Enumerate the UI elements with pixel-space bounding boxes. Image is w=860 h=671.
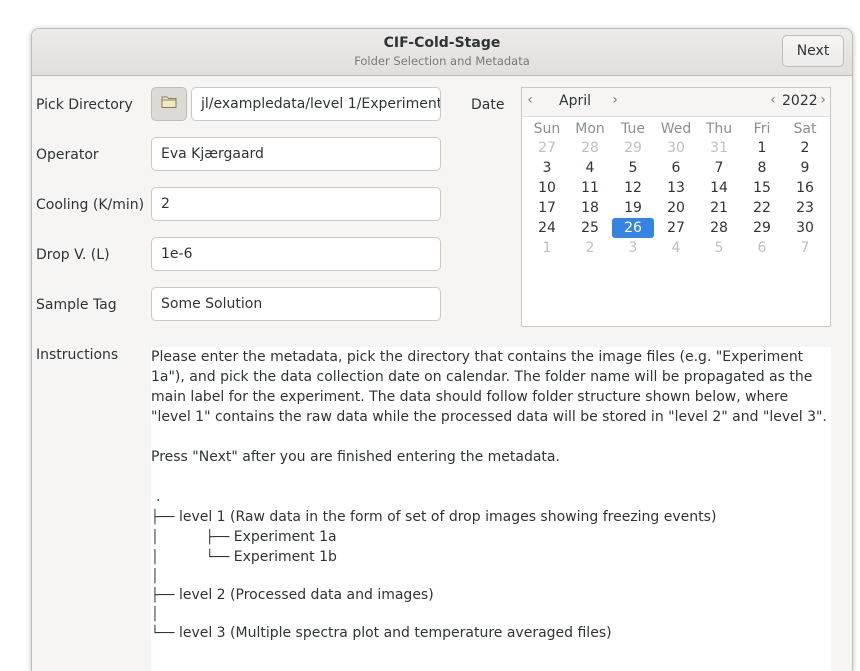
weekday-label: Sun bbox=[533, 121, 561, 137]
calendar-day[interactable]: 28 bbox=[570, 138, 610, 158]
tree-level3-label: level 3 (Multiple spectra plot and tempe… bbox=[178, 625, 612, 641]
directory-path-field[interactable]: jl/exampledata/level 1/Experiment 1 bbox=[191, 87, 441, 121]
sample-tag-label: Sample Tag bbox=[36, 297, 117, 313]
window-subtitle: Folder Selection and Metadata bbox=[354, 54, 530, 68]
calendar-day[interactable]: 8 bbox=[742, 158, 782, 178]
window-title: CIF-Cold-Stage bbox=[383, 35, 501, 51]
sample-tag-field[interactable]: Some Solution bbox=[151, 287, 441, 321]
calendar-year: 2022 bbox=[782, 93, 818, 109]
date-label: Date bbox=[471, 97, 505, 113]
calendar-day[interactable]: 3 bbox=[613, 238, 653, 258]
weekday-label: Sat bbox=[793, 121, 817, 137]
calendar-day[interactable]: 7 bbox=[699, 158, 739, 178]
tree-exp1a-label: Experiment 1a bbox=[233, 529, 337, 545]
calendar-day[interactable]: 29 bbox=[613, 138, 653, 158]
drop-volume-field[interactable]: 1e-6 bbox=[151, 237, 441, 271]
calendar-day[interactable]: 13 bbox=[656, 178, 696, 198]
calendar-day[interactable]: 3 bbox=[527, 158, 567, 178]
calendar-day[interactable]: 2 bbox=[570, 238, 610, 258]
folder-icon bbox=[161, 95, 177, 113]
calendar-day[interactable]: 12 bbox=[613, 178, 653, 198]
calendar-day[interactable]: 25 bbox=[570, 218, 610, 238]
calendar-day[interactable]: 6 bbox=[742, 238, 782, 258]
tree-item-exp1a: │ ├── Experiment 1a bbox=[151, 529, 337, 545]
calendar-header: ‹ April › ‹ 2022 › bbox=[522, 88, 830, 117]
calendar-day[interactable]: 28 bbox=[699, 218, 739, 238]
tree-item-level2: ├── level 2 (Processed data and images) bbox=[151, 587, 434, 603]
calendar-day[interactable]: 21 bbox=[699, 198, 739, 218]
calendar-day[interactable]: 30 bbox=[785, 218, 825, 238]
calendar-day[interactable]: 14 bbox=[699, 178, 739, 198]
calendar-day[interactable]: 17 bbox=[527, 198, 567, 218]
next-button[interactable]: Next bbox=[782, 35, 844, 67]
calendar-day[interactable]: 27 bbox=[656, 218, 696, 238]
instructions-label: Instructions bbox=[36, 347, 119, 363]
calendar-day[interactable]: 5 bbox=[613, 158, 653, 178]
pick-directory-label: Pick Directory bbox=[36, 97, 133, 113]
tree-connector: │ bbox=[151, 607, 159, 622]
operator-field[interactable]: Eva Kjærgaard bbox=[151, 137, 441, 171]
header-bar: CIF-Cold-Stage Folder Selection and Meta… bbox=[32, 29, 852, 76]
next-month-icon[interactable]: › bbox=[609, 92, 621, 108]
calendar-day[interactable]: 15 bbox=[742, 178, 782, 198]
calendar-day[interactable]: 4 bbox=[570, 158, 610, 178]
instructions-next-hint: Press "Next" after you are finished ente… bbox=[151, 449, 560, 465]
prev-month-icon[interactable]: ‹ bbox=[524, 92, 536, 108]
calendar-day[interactable]: 27 bbox=[527, 138, 567, 158]
calendar-day-selected[interactable]: 26 bbox=[612, 218, 654, 238]
calendar-day[interactable]: 6 bbox=[656, 158, 696, 178]
calendar-day[interactable]: 10 bbox=[527, 178, 567, 198]
calendar-day[interactable]: 4 bbox=[656, 238, 696, 258]
tree-exp1b-label: Experiment 1b bbox=[233, 549, 337, 565]
drop-volume-label: Drop V. (L) bbox=[36, 247, 110, 263]
calendar-day[interactable]: 5 bbox=[699, 238, 739, 258]
calendar-day[interactable]: 1 bbox=[527, 238, 567, 258]
tree-item-level1: ├── level 1 (Raw data in the form of set… bbox=[151, 509, 717, 525]
tree-root: . bbox=[156, 489, 161, 505]
calendar-day[interactable]: 24 bbox=[527, 218, 567, 238]
tree-level1-label: level 1 (Raw data in the form of set of … bbox=[178, 509, 717, 525]
calendar-day[interactable]: 30 bbox=[656, 138, 696, 158]
calendar-day[interactable]: 11 bbox=[570, 178, 610, 198]
instructions-paragraph: Please enter the metadata, pick the dire… bbox=[151, 349, 827, 425]
next-year-icon[interactable]: › bbox=[817, 92, 829, 108]
calendar-day[interactable]: 7 bbox=[785, 238, 825, 258]
cooling-rate-field[interactable]: 2 bbox=[151, 187, 441, 221]
tree-item-exp1b: │ └── Experiment 1b bbox=[151, 549, 337, 565]
calendar-day[interactable]: 2 bbox=[785, 138, 825, 158]
tree-level2-label: level 2 (Processed data and images) bbox=[178, 587, 434, 603]
date-calendar[interactable]: ‹ April › ‹ 2022 › Sun Mon Tue Wed Thu Fri Sat… bbox=[521, 87, 831, 327]
folder-picker-button[interactable] bbox=[151, 87, 187, 121]
calendar-day[interactable]: 18 bbox=[570, 198, 610, 218]
instructions-panel: Please enter the metadata, pick the dire… bbox=[151, 347, 831, 671]
weekday-label: Fri bbox=[753, 121, 771, 137]
cooling-label: Cooling (K/min) bbox=[36, 197, 145, 213]
calendar-day[interactable]: 22 bbox=[742, 198, 782, 218]
calendar-day[interactable]: 29 bbox=[742, 218, 782, 238]
weekday-label: Mon bbox=[575, 121, 605, 137]
calendar-day[interactable]: 23 bbox=[785, 198, 825, 218]
calendar-day[interactable]: 1 bbox=[742, 138, 782, 158]
calendar-day[interactable]: 16 bbox=[785, 178, 825, 198]
calendar-day[interactable]: 9 bbox=[785, 158, 825, 178]
calendar-day[interactable]: 31 bbox=[699, 138, 739, 158]
tree-connector: │ bbox=[151, 569, 159, 584]
operator-label: Operator bbox=[36, 147, 99, 163]
weekday-label: Tue bbox=[621, 121, 645, 137]
weekday-label: Thu bbox=[705, 121, 733, 137]
prev-year-icon[interactable]: ‹ bbox=[767, 92, 779, 108]
calendar-day[interactable]: 19 bbox=[613, 198, 653, 218]
calendar-day[interactable]: 20 bbox=[656, 198, 696, 218]
app-window: CIF-Cold-Stage Folder Selection and Meta… bbox=[31, 28, 853, 671]
calendar-month: April bbox=[559, 93, 591, 109]
weekday-label: Wed bbox=[660, 121, 692, 137]
tree-item-level3: └── level 3 (Multiple spectra plot and t… bbox=[151, 625, 612, 641]
